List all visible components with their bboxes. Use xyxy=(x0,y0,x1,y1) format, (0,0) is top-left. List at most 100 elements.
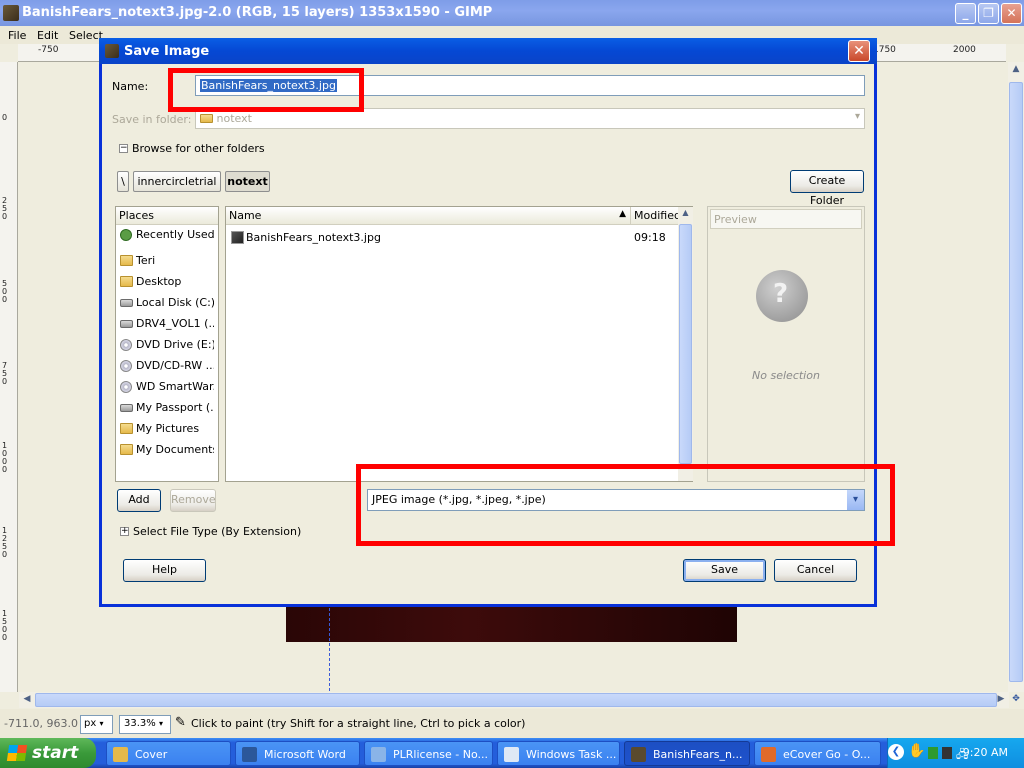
taskbar-button[interactable]: Windows Task ... xyxy=(497,741,620,766)
dialog-close-button[interactable]: ✕ xyxy=(848,40,870,62)
start-button[interactable]: start xyxy=(0,738,96,768)
ruler-label: 1 5 0 0 xyxy=(2,609,8,642)
close-window-button[interactable]: ✕ xyxy=(1001,3,1022,24)
select-file-type-label[interactable]: Select File Type (By Extension) xyxy=(133,525,301,538)
cancel-button[interactable]: Cancel xyxy=(774,559,857,582)
ruler-label: 7 5 0 xyxy=(2,361,8,386)
scroll-right-icon[interactable]: ▶ xyxy=(993,692,1009,708)
place-item[interactable]: My Passport (... xyxy=(118,399,214,419)
files-scroll-thumb[interactable] xyxy=(679,224,692,464)
save-button[interactable]: Save xyxy=(683,559,766,582)
file-row[interactable]: BanishFears_notext3.jpg 09:18 xyxy=(228,228,676,248)
vertical-ruler: 0 2 5 0 5 0 0 7 5 0 1 0 0 0 1 2 5 0 1 5 … xyxy=(0,62,18,692)
place-label: DRV4_VOL1 (... xyxy=(136,317,214,330)
tray-app-icon[interactable] xyxy=(928,747,938,759)
taskbar-button[interactable]: PLRlicense - No... xyxy=(364,741,493,766)
gimp-icon xyxy=(631,747,646,762)
gimp-title-bar: BanishFears_notext3.jpg-2.0 (RGB, 15 lay… xyxy=(0,0,1024,26)
path-button-innercircletrial[interactable]: innercircletrial xyxy=(133,171,221,192)
place-item[interactable]: DRV4_VOL1 (... xyxy=(118,315,214,335)
menu-edit[interactable]: Edit xyxy=(37,29,58,42)
scroll-up-icon[interactable]: ▲ xyxy=(679,208,692,222)
scroll-up-icon[interactable]: ▲ xyxy=(1008,62,1024,78)
disk-icon xyxy=(120,320,133,328)
help-button[interactable]: Help xyxy=(123,559,206,582)
place-label: My Passport (... xyxy=(136,401,214,414)
maximize-button[interactable]: ❐ xyxy=(978,3,999,24)
path-button-notext[interactable]: notext xyxy=(225,171,270,192)
ruler-label: -750 xyxy=(38,45,59,55)
taskbar-button[interactable]: BanishFears_n... xyxy=(624,741,750,766)
ruler-label: 1 2 5 0 xyxy=(2,526,8,559)
chevron-down-icon: ▾ xyxy=(99,719,104,728)
places-panel: Places Recently Used Teri Desktop Local Dis… xyxy=(115,206,219,482)
horizontal-scroll-thumb[interactable] xyxy=(35,693,997,707)
place-item[interactable]: Recently Used xyxy=(118,226,214,246)
taskmgr-icon xyxy=(504,747,519,762)
folder-icon xyxy=(120,255,133,266)
taskbar-button[interactable]: Cover xyxy=(106,741,231,766)
chevron-down-icon: ▾ xyxy=(158,719,163,728)
places-header[interactable]: Places xyxy=(116,207,218,225)
place-item[interactable]: Desktop xyxy=(118,273,214,293)
zoom-value: 33.3% xyxy=(124,718,156,729)
taskbar-button-label: Microsoft Word xyxy=(264,748,346,761)
name-label: Name: xyxy=(112,80,149,93)
place-item[interactable]: DVD/CD-RW ... xyxy=(118,357,214,377)
browse-folders-label[interactable]: Browse for other folders xyxy=(132,142,265,155)
files-header-name-label: Name xyxy=(229,209,262,222)
menu-select[interactable]: Select xyxy=(69,29,103,42)
add-place-button[interactable]: Add xyxy=(117,489,161,512)
taskbar: start Cover Microsoft Word PLRlicense - No… xyxy=(0,738,1024,768)
ruler-label: 2 5 0 xyxy=(2,196,8,221)
tray-collapse-icon[interactable]: ❮ xyxy=(888,744,904,760)
menu-file[interactable]: File xyxy=(8,29,26,42)
tray-app-icon[interactable] xyxy=(942,747,952,759)
files-scrollbar[interactable]: ▲ xyxy=(678,207,693,481)
place-label: My Documents xyxy=(136,443,214,456)
place-label: My Pictures xyxy=(136,422,200,435)
place-item[interactable]: Teri xyxy=(118,252,214,272)
ruler-label: 0 xyxy=(2,113,8,122)
highlight-box-filename xyxy=(168,68,364,112)
place-item[interactable]: WD SmartWar... xyxy=(118,378,214,398)
guide-line xyxy=(329,603,330,691)
taskbar-button[interactable]: eCover Go - O... xyxy=(754,741,881,766)
no-preview-icon: ? xyxy=(756,270,808,322)
save-in-value: notext xyxy=(216,112,252,125)
disk-icon xyxy=(120,404,133,412)
system-tray: ❮ ✋ 🖧 9:20 AM xyxy=(887,738,1024,768)
select-type-expander-icon[interactable]: + xyxy=(120,527,129,536)
highlight-box-filetype xyxy=(356,464,895,546)
place-label: WD SmartWar... xyxy=(136,380,214,393)
unit-select[interactable]: px ▾ xyxy=(80,715,113,734)
ruler-label: 5 0 0 xyxy=(2,279,8,304)
minimize-button[interactable]: _ xyxy=(955,3,976,24)
notepad-icon xyxy=(371,747,386,762)
taskbar-button[interactable]: Microsoft Word xyxy=(235,741,360,766)
zoom-select[interactable]: 33.3% ▾ xyxy=(119,715,171,734)
cd-icon xyxy=(120,339,132,351)
vertical-scrollbar[interactable]: ▲ xyxy=(1008,62,1024,692)
clock: 9:20 AM xyxy=(962,746,1008,759)
word-icon xyxy=(242,747,257,762)
files-header-modified[interactable]: Modified xyxy=(630,207,681,225)
place-item[interactable]: My Documents xyxy=(118,441,214,461)
hand-icon[interactable]: ✋ xyxy=(908,743,925,759)
place-item[interactable]: DVD Drive (E:) xyxy=(118,336,214,356)
create-folder-button[interactable]: Create Folder xyxy=(790,170,864,207)
horizontal-scrollbar[interactable]: ◀ ▶ xyxy=(19,692,1009,708)
taskbar-button-label: BanishFears_n... xyxy=(653,748,743,761)
path-button-root[interactable]: \ xyxy=(117,171,129,192)
files-header-name[interactable]: Name ▲ xyxy=(226,207,630,225)
place-item[interactable]: Local Disk (C:) xyxy=(118,294,214,314)
unit-value: px xyxy=(84,718,97,729)
remove-place-button[interactable]: Remove xyxy=(170,489,216,512)
navigate-icon[interactable]: ✥ xyxy=(1008,692,1024,708)
vertical-scroll-thumb[interactable] xyxy=(1009,82,1023,682)
place-label: Desktop xyxy=(136,275,182,288)
scroll-left-icon[interactable]: ◀ xyxy=(19,692,35,708)
place-item[interactable]: My Pictures xyxy=(118,420,214,440)
files-panel: Name ▲ Modified BanishFears_notext3.jpg 0… xyxy=(225,206,693,482)
browse-expander-icon[interactable]: − xyxy=(119,144,128,153)
